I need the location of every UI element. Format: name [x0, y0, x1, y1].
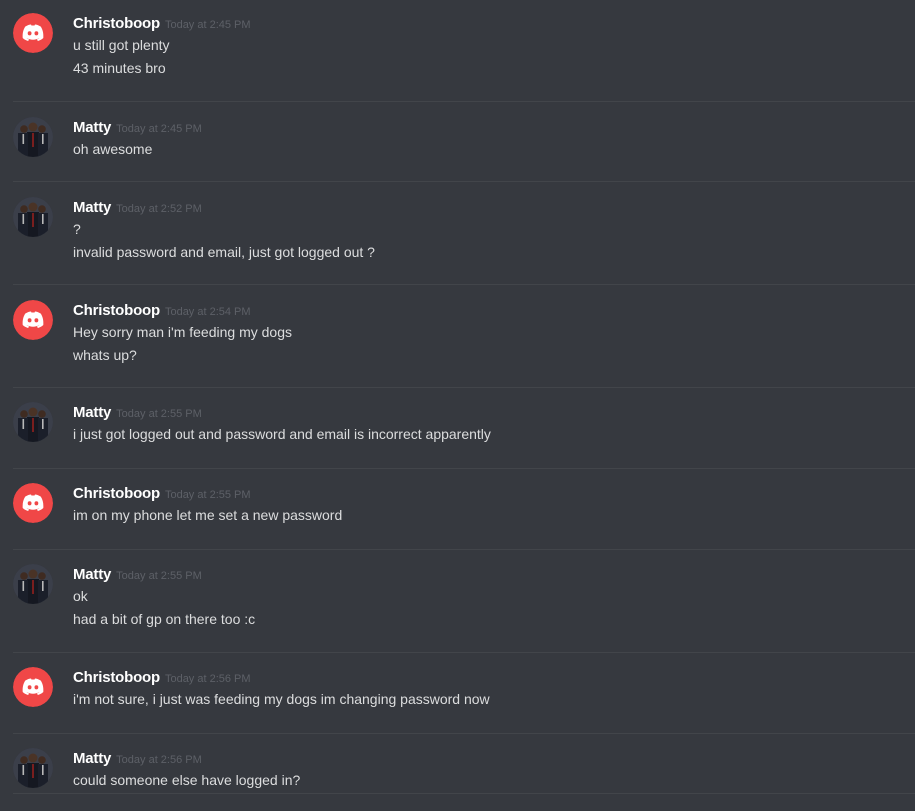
message-divider: [13, 652, 915, 653]
message-header: Christoboop Today at 2:45 PM: [73, 15, 251, 37]
message-header: Matty Today at 2:55 PM: [73, 566, 202, 588]
username[interactable]: Christoboop: [73, 669, 160, 686]
message-header: Christoboop Today at 2:56 PM: [73, 669, 251, 691]
message-text: could someone else have logged in?: [73, 772, 301, 788]
username[interactable]: Christoboop: [73, 302, 160, 319]
message-divider: [13, 387, 915, 388]
message-header: Matty Today at 2:56 PM: [73, 750, 202, 772]
user-avatar-icon[interactable]: [13, 402, 53, 442]
message-timestamp: Today at 2:55 PM: [116, 570, 202, 582]
message-text: had a bit of gp on there too :c: [73, 611, 256, 627]
message-text: u still got plenty: [73, 37, 170, 53]
message-text: 43 minutes bro: [73, 60, 166, 76]
user-avatar-icon[interactable]: [13, 117, 53, 157]
message-timestamp: Today at 2:55 PM: [116, 408, 202, 420]
message-header: Christoboop Today at 2:54 PM: [73, 302, 251, 324]
username[interactable]: Matty: [73, 750, 111, 767]
message-text: im on my phone let me set a new password: [73, 507, 343, 523]
message-text: Hey sorry man i'm feeding my dogs: [73, 324, 292, 340]
message-text: ?: [73, 221, 81, 237]
message-divider: [13, 549, 915, 550]
username[interactable]: Christoboop: [73, 15, 160, 32]
message-text: whats up?: [73, 347, 137, 363]
message-header: Christoboop Today at 2:55 PM: [73, 485, 251, 507]
message-text: i'm not sure, i just was feeding my dogs…: [73, 691, 490, 707]
message-divider: [13, 468, 915, 469]
message-timestamp: Today at 2:45 PM: [116, 123, 202, 135]
username[interactable]: Matty: [73, 566, 111, 583]
username[interactable]: Matty: [73, 199, 111, 216]
username[interactable]: Matty: [73, 119, 111, 136]
message-timestamp: Today at 2:52 PM: [116, 203, 202, 215]
message-divider: [13, 793, 915, 794]
message-header: Matty Today at 2:45 PM: [73, 119, 202, 141]
username[interactable]: Matty: [73, 404, 111, 421]
message-text: invalid password and email, just got log…: [73, 244, 375, 260]
message-timestamp: Today at 2:54 PM: [164, 306, 251, 318]
message-divider: [13, 101, 915, 102]
message-header: Matty Today at 2:55 PM: [73, 404, 202, 426]
username[interactable]: Christoboop: [73, 485, 160, 502]
message-text: oh awesome: [73, 141, 153, 157]
user-avatar-icon[interactable]: [13, 564, 53, 604]
message-timestamp: Today at 2:56 PM: [164, 673, 251, 685]
discord-logo-avatar-icon[interactable]: [13, 13, 53, 53]
discord-logo-avatar-icon[interactable]: [13, 483, 53, 523]
message-text: ok: [73, 588, 88, 604]
discord-logo-avatar-icon[interactable]: [13, 667, 53, 707]
message-divider: [13, 733, 915, 734]
chat-message-list[interactable]: Christoboop Today at 2:45 PM u still got p…: [0, 0, 915, 811]
message-divider: [13, 181, 915, 182]
message-timestamp: Today at 2:45 PM: [164, 19, 251, 31]
user-avatar-icon[interactable]: [13, 748, 53, 788]
message-timestamp: Today at 2:56 PM: [116, 754, 202, 766]
discord-logo-avatar-icon[interactable]: [13, 300, 53, 340]
message-text: i just got logged out and password and e…: [73, 426, 491, 442]
message-divider: [13, 284, 915, 285]
message-header: Matty Today at 2:52 PM: [73, 199, 202, 221]
user-avatar-icon[interactable]: [13, 197, 53, 237]
message-timestamp: Today at 2:55 PM: [164, 489, 251, 501]
